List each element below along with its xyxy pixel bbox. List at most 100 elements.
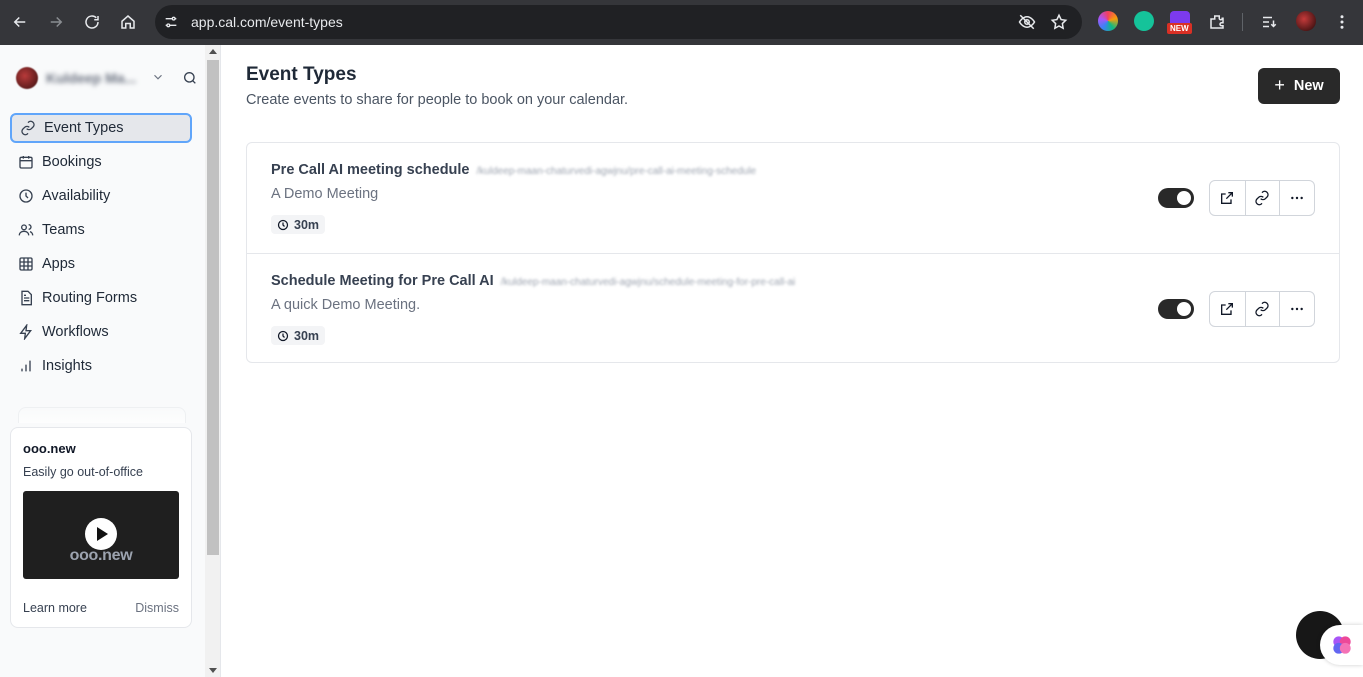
- sidebar: Kuldeep Ma... Event Types Bookings Avail…: [0, 45, 205, 677]
- event-slug: /kuldeep-maan-chaturvedi-agwjnu/pre-call…: [476, 166, 757, 177]
- event-type-row[interactable]: Pre Call AI meeting schedule /kuldeep-ma…: [247, 143, 1339, 253]
- link-icon: [20, 120, 36, 136]
- sidebar-item-label: Routing Forms: [42, 290, 138, 306]
- sidebar-item-label: Apps: [42, 256, 76, 272]
- calendar-icon: [18, 154, 34, 170]
- sidebar-item-label: Bookings: [42, 154, 102, 170]
- clock-icon: [277, 330, 289, 341]
- sidebar-item-teams[interactable]: Teams: [10, 215, 192, 245]
- preview-button[interactable]: [1210, 181, 1245, 215]
- preview-button[interactable]: [1210, 292, 1245, 326]
- event-slug: /kuldeep-maan-chaturvedi-agwjnu/schedule…: [500, 277, 796, 288]
- sidebar-item-event-types[interactable]: Event Types: [10, 113, 192, 143]
- event-type-row[interactable]: Schedule Meeting for Pre Call AI /kuldee…: [247, 253, 1339, 363]
- forward-icon[interactable]: [45, 11, 67, 33]
- learn-more-link[interactable]: Learn more: [23, 601, 87, 615]
- more-options-button[interactable]: [1279, 181, 1314, 215]
- chevron-down-icon[interactable]: [151, 70, 165, 84]
- avatar: [16, 67, 38, 89]
- home-icon[interactable]: [117, 11, 139, 33]
- scroll-up-icon[interactable]: [209, 49, 217, 54]
- event-enabled-toggle[interactable]: [1158, 188, 1194, 208]
- sidebar-item-label: Insights: [42, 358, 92, 374]
- dismiss-button[interactable]: Dismiss: [135, 601, 179, 615]
- sidebar-item-routing-forms[interactable]: Routing Forms: [10, 283, 192, 313]
- event-description: A quick Demo Meeting.: [271, 297, 421, 313]
- file-text-icon: [18, 290, 34, 306]
- address-bar[interactable]: app.cal.com/event-types: [155, 5, 1082, 39]
- profile-avatar[interactable]: [1296, 11, 1316, 31]
- event-enabled-toggle[interactable]: [1158, 299, 1194, 319]
- copy-link-button[interactable]: [1244, 181, 1280, 215]
- more-horizontal-icon: [1291, 307, 1304, 311]
- event-description: A Demo Meeting: [271, 186, 379, 202]
- sidebar-item-label: Workflows: [42, 324, 109, 340]
- reload-icon[interactable]: [81, 11, 103, 33]
- promo-video-text: ooo.new: [69, 547, 133, 564]
- duration-badge: 30m: [271, 326, 326, 345]
- reading-list-icon[interactable]: [1258, 11, 1280, 33]
- sidebar-item-availability[interactable]: Availability: [10, 181, 192, 211]
- page-subtitle: Create events to share for people to boo…: [246, 92, 629, 108]
- site-settings-icon[interactable]: [163, 14, 179, 30]
- extensions-puzzle-icon[interactable]: [1206, 11, 1228, 33]
- link-icon: [1255, 190, 1270, 206]
- search-icon[interactable]: [182, 70, 198, 86]
- event-types-list: Pre Call AI meeting schedule /kuldeep-ma…: [246, 142, 1340, 363]
- toggle-knob: [1177, 191, 1191, 205]
- external-link-icon: [1221, 192, 1234, 204]
- sidebar-item-apps[interactable]: Apps: [10, 249, 192, 279]
- grammarly-icon[interactable]: [1134, 11, 1154, 31]
- more-options-button[interactable]: [1279, 292, 1314, 326]
- duration-text: 30m: [294, 217, 320, 232]
- sidebar-item-label: Teams: [42, 222, 85, 238]
- new-button-label: New: [1293, 78, 1324, 94]
- duration-text: 30m: [294, 328, 320, 343]
- bar-chart-icon: [18, 358, 34, 374]
- sidebar-item-label: Event Types: [44, 120, 124, 136]
- zap-icon: [18, 324, 34, 340]
- event-title[interactable]: Pre Call AI meeting schedule /kuldeep-ma…: [271, 162, 756, 178]
- sidebar-item-workflows[interactable]: Workflows: [10, 317, 192, 347]
- plus-icon: +: [1274, 74, 1285, 95]
- main-content: Event Types Create events to share for p…: [222, 45, 1363, 677]
- new-badge: NEW: [1167, 23, 1192, 34]
- more-vert-icon[interactable]: [1331, 11, 1353, 33]
- link-icon: [1255, 301, 1270, 317]
- page-title: Event Types: [246, 64, 357, 85]
- new-event-type-button[interactable]: + New: [1258, 68, 1340, 104]
- browser-toolbar: app.cal.com/event-types NEW: [0, 0, 1363, 45]
- play-icon[interactable]: [85, 518, 117, 550]
- sidebar-scrollbar[interactable]: [205, 45, 221, 677]
- extension-color-icon[interactable]: [1098, 11, 1118, 31]
- promo-description: Easily go out-of-office: [23, 465, 143, 479]
- scroll-down-icon[interactable]: [209, 668, 217, 673]
- sidebar-nav: Event Types Bookings Availability Teams …: [10, 113, 192, 385]
- promo-title: ooo.new: [23, 441, 76, 456]
- sidebar-item-insights[interactable]: Insights: [10, 351, 192, 381]
- event-title[interactable]: Schedule Meeting for Pre Call AI /kuldee…: [271, 273, 795, 289]
- bookmark-star-icon[interactable]: [1050, 13, 1068, 31]
- toggle-knob: [1177, 302, 1191, 316]
- clock-icon: [277, 219, 289, 230]
- external-link-icon: [1221, 303, 1234, 315]
- back-icon[interactable]: [9, 11, 31, 33]
- url-text[interactable]: app.cal.com/event-types: [191, 14, 343, 30]
- promo-video[interactable]: ooo.new: [23, 491, 179, 579]
- grid-icon: [18, 256, 34, 272]
- event-actions-group: [1209, 291, 1315, 327]
- event-title-text: Pre Call AI meeting schedule: [271, 162, 470, 178]
- users-icon: [18, 222, 34, 238]
- eye-off-icon[interactable]: [1018, 13, 1036, 31]
- event-actions-group: [1209, 180, 1315, 216]
- sidebar-item-label: Availability: [42, 188, 111, 204]
- brain-extension-icon[interactable]: [1320, 625, 1363, 665]
- more-horizontal-icon: [1291, 196, 1304, 200]
- toolbar-divider: [1242, 13, 1243, 31]
- ooo-promo-card: ooo.new Easily go out-of-office ooo.new …: [10, 427, 192, 628]
- copy-link-button[interactable]: [1244, 292, 1280, 326]
- scrollbar-thumb[interactable]: [207, 60, 219, 555]
- user-dropdown[interactable]: Kuldeep Ma...: [16, 67, 201, 89]
- sidebar-item-bookings[interactable]: Bookings: [10, 147, 192, 177]
- promo-card-stack: [18, 407, 186, 423]
